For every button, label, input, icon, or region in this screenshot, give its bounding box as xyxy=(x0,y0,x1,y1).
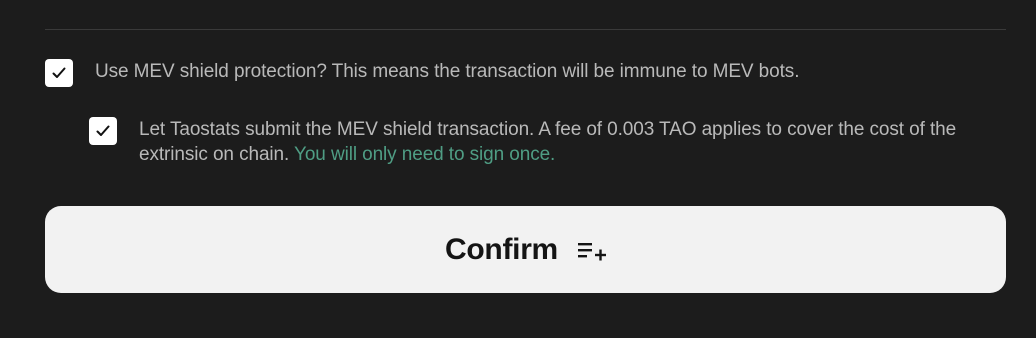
confirm-button[interactable]: Confirm xyxy=(45,206,1006,293)
checkmark-icon xyxy=(52,67,66,78)
divider xyxy=(45,29,1006,30)
taostats-submit-checkbox[interactable] xyxy=(89,117,117,145)
sign-once-note: You will only need to sign once. xyxy=(294,144,556,165)
mev-shield-label: Use MEV shield protection? This means th… xyxy=(95,61,800,82)
mev-shield-panel: Use MEV shield protection? This means th… xyxy=(0,0,1036,338)
playlist-add-icon xyxy=(577,241,606,261)
mev-shield-checkbox[interactable] xyxy=(45,59,73,87)
taostats-submit-label: Let Taostats submit the MEV shield trans… xyxy=(139,117,1019,167)
confirm-button-label: Confirm xyxy=(445,232,558,266)
checkmark-icon xyxy=(96,125,110,136)
